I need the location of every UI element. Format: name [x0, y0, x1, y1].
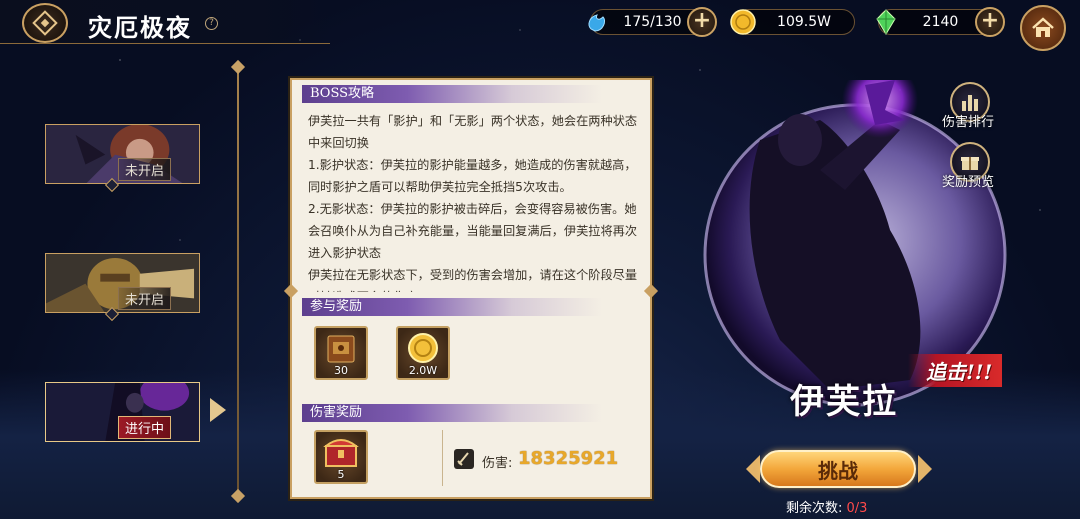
resource-stamina: 175/130 +	[588, 7, 717, 37]
home-icon	[1032, 17, 1054, 37]
strategy-text[interactable]: 伊芙拉一共有「影护」和「无影」两个状态，她会在两种状态中来回切换 1.影护状态：…	[308, 110, 644, 292]
strategy-header: BOSS攻略	[302, 85, 602, 103]
boss-status-tag-1: 未开启	[117, 158, 171, 181]
strategy-line: 伊芙拉一共有「影护」和「无影」两个状态，她会在两种状态中来回切换	[308, 114, 638, 150]
scroll-box-icon	[327, 335, 355, 363]
boss-status-tag-3: 进行中	[117, 416, 171, 439]
remaining-attempts: 剩余次数: 0/3	[786, 497, 867, 516]
back-diamond-icon	[32, 10, 58, 36]
damage-label: 伤害:	[482, 456, 513, 471]
back-button[interactable]	[22, 3, 68, 43]
reward-count: 2.0W	[408, 364, 438, 377]
gold-coin-icon	[730, 9, 756, 35]
divider-line	[237, 66, 239, 496]
title-bar: 灾厄极夜 ?	[0, 0, 330, 44]
treasure-chest-icon	[323, 439, 359, 467]
resource-gems: 2140 +	[876, 7, 1005, 37]
challenge-wing-left	[746, 455, 760, 483]
damage-header: 伤害奖励	[302, 404, 602, 422]
green-crystal-icon	[876, 9, 896, 35]
water-drop-icon	[588, 14, 606, 32]
home-button[interactable]	[1020, 5, 1066, 51]
reward-item[interactable]: 2.0W	[396, 326, 450, 380]
challenge-wing-right	[918, 455, 932, 483]
boss-card-1[interactable]: 未开启	[45, 124, 200, 184]
damage-divider	[442, 430, 443, 486]
boss-status-tag-2: 未开启	[117, 287, 171, 310]
remaining-value: 0/3	[846, 501, 868, 516]
bar-chart-icon	[962, 95, 978, 111]
reward-item[interactable]: 5	[314, 430, 368, 484]
page-title: 灾厄极夜	[88, 13, 192, 42]
strategy-line: 伊芙拉在无影状态下，受到的伤害会增加，请在这个阶段尽量对她造成更多的伤害	[308, 268, 638, 292]
strategy-line: 2.无影状态：伊芙拉的影护被击碎后，会变得容易被伤害。她会召唤仆从为自己补充能量…	[308, 202, 638, 260]
reward-preview-label[interactable]: 奖励预览	[942, 171, 994, 190]
participation-header: 参与奖励	[302, 298, 602, 316]
gold-coin-icon	[408, 333, 438, 363]
boss-card-2[interactable]: 未开启	[45, 253, 200, 313]
add-gems-button[interactable]: +	[975, 7, 1005, 37]
challenge-label: 挑战	[818, 458, 858, 483]
stamina-value: 175/130	[623, 14, 682, 30]
add-stamina-button[interactable]: +	[687, 7, 717, 37]
boss-info-panel: BOSS攻略 伊芙拉一共有「影护」和「无影」两个状态，她会在两种状态中来回切换 …	[290, 78, 652, 499]
chase-badge: 追击!!!	[908, 354, 1003, 387]
reward-item[interactable]: 30	[314, 326, 368, 380]
gift-icon	[961, 157, 979, 170]
remaining-label: 剩余次数:	[786, 501, 843, 516]
gold-value: 109.5W	[777, 14, 831, 30]
reward-count: 30	[334, 364, 348, 377]
boss-name: 伊芙拉	[790, 382, 898, 422]
resource-gold: 109.5W	[730, 9, 855, 35]
sword-icon	[454, 449, 474, 469]
reward-count: 5	[337, 468, 345, 481]
help-icon[interactable]: ?	[205, 17, 218, 30]
gems-value: 2140	[922, 14, 959, 30]
challenge-button[interactable]: 挑战	[760, 450, 916, 488]
boss-card-3-selected[interactable]: 进行中	[45, 382, 200, 442]
damage-rank-label[interactable]: 伤害排行	[942, 111, 994, 130]
damage-value: 18325921	[518, 448, 619, 469]
selected-arrow-icon	[210, 398, 226, 422]
strategy-line: 1.影护状态：伊芙拉的影护能量越多，她造成的伤害就越高，同时影护之盾可以帮助伊芙…	[308, 158, 637, 194]
